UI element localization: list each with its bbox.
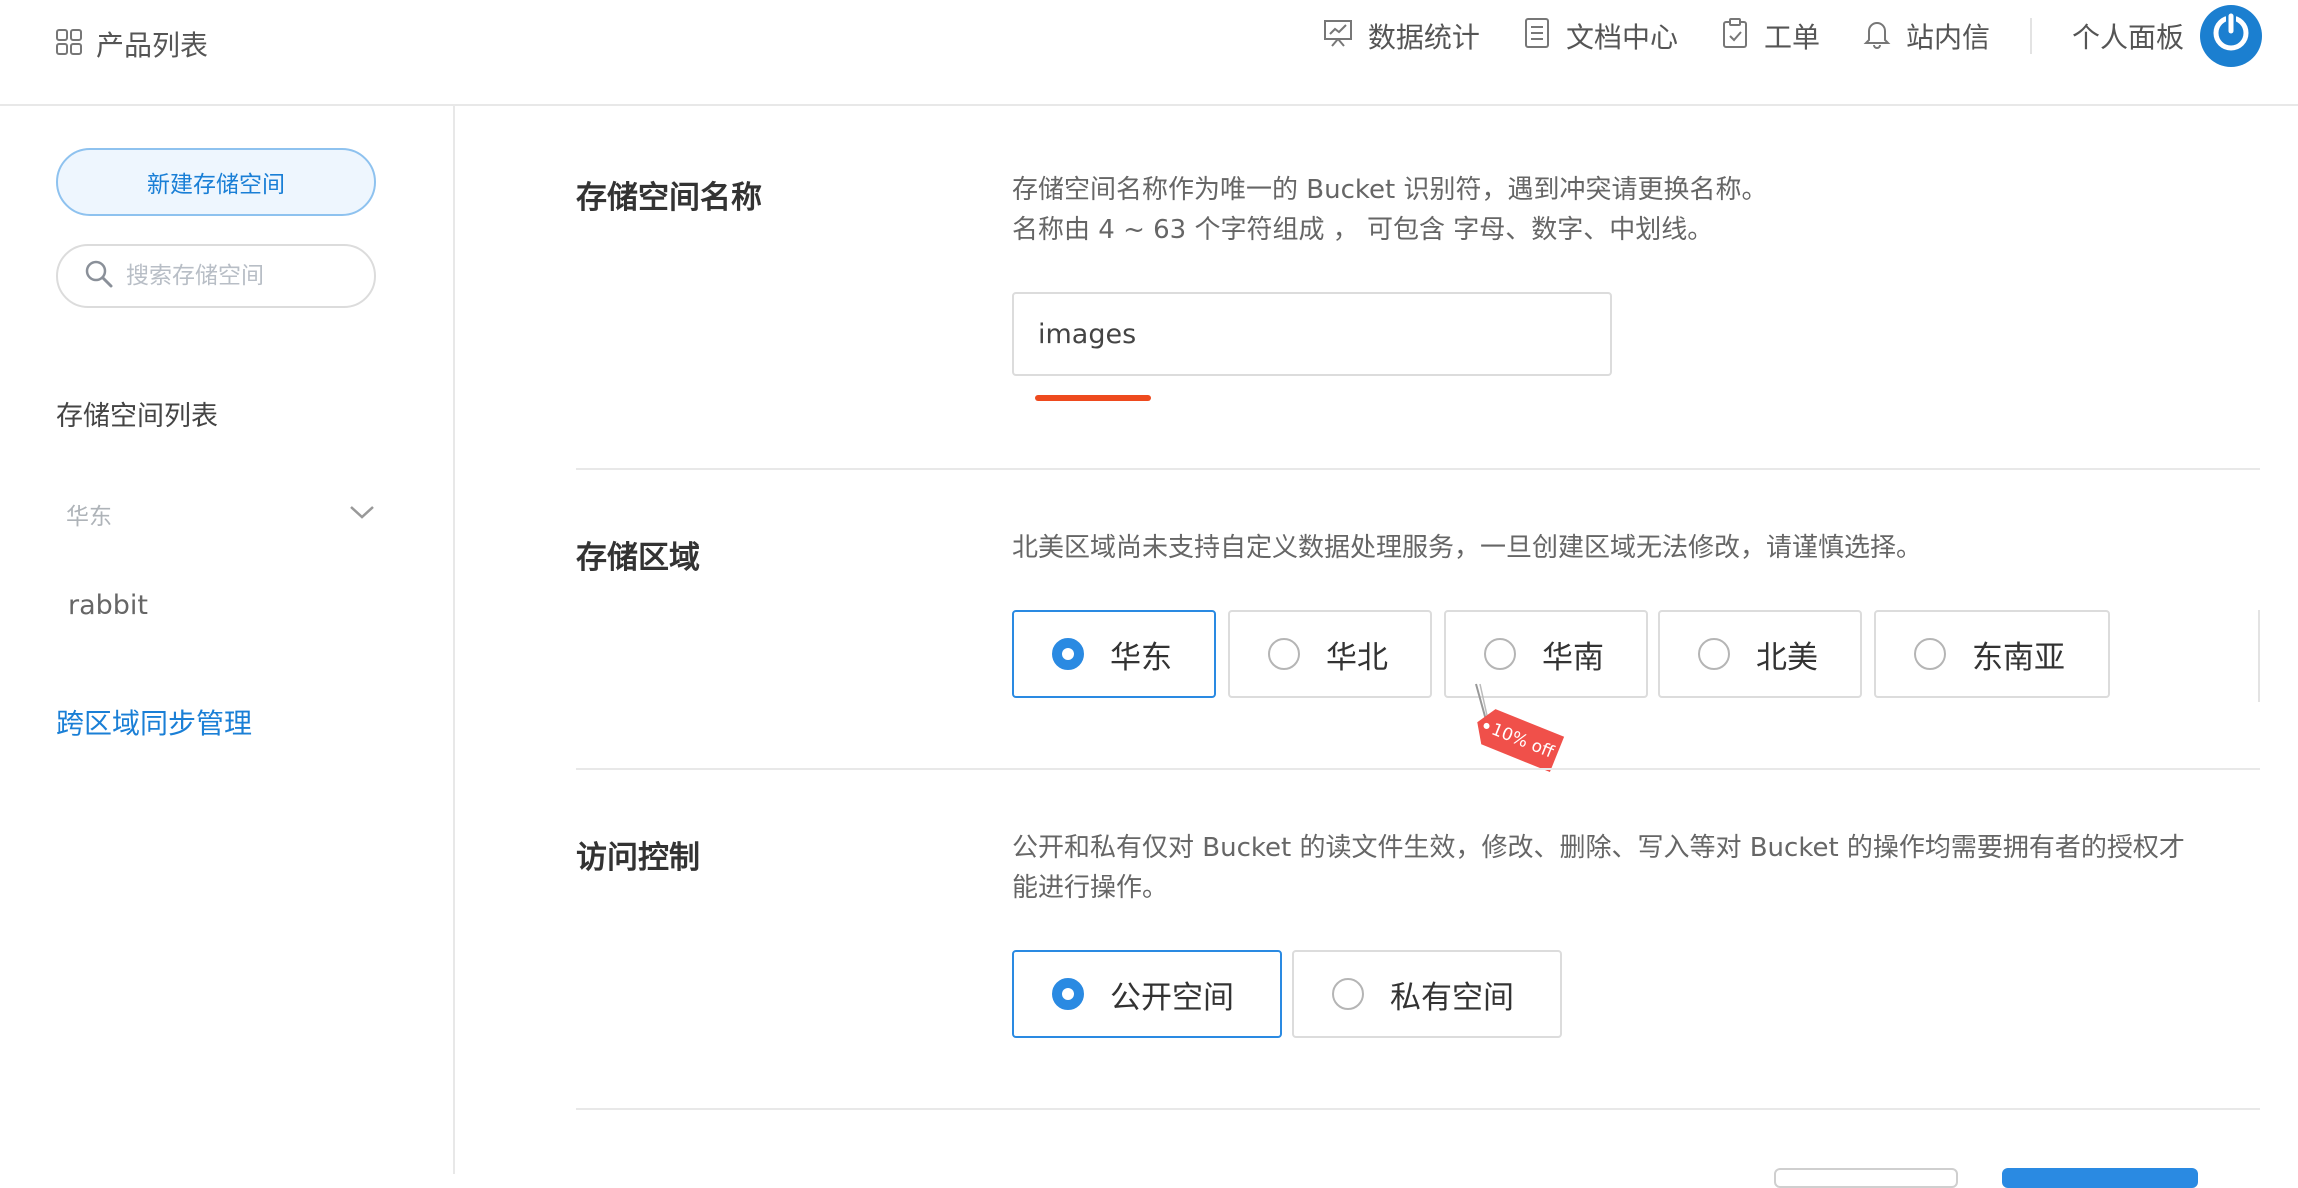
clipboard-icon	[1720, 17, 1750, 56]
region-option-east[interactable]: 华东	[1012, 610, 1216, 698]
sidebar: 新建存储空间 存储空间列表 华东 rabbit 跨区域同步管理	[0, 106, 455, 1174]
nav-label: 文档中心	[1565, 21, 1678, 54]
radio-label: 华东	[1110, 639, 1172, 676]
name-section-desc-1: 存储空间名称作为唯一的 Bucket 识别符，遇到冲突请更换名称。	[1012, 175, 1768, 205]
chevron-down-icon	[348, 503, 376, 525]
region-dropdown[interactable]: 华东	[56, 494, 376, 534]
bell-icon	[1862, 17, 1892, 56]
name-section-label: 存储空间名称	[576, 180, 762, 216]
name-section-desc-2: 名称由 4 ~ 63 个字符组成 ， 可包含 字母、数字、中划线。	[1012, 215, 1714, 245]
search-icon	[84, 259, 114, 293]
cross-region-sync-link[interactable]: 跨区域同步管理	[56, 702, 252, 742]
radio-label: 华南	[1542, 639, 1604, 676]
nav-divider	[2029, 18, 2032, 54]
nav-label: 工单	[1763, 21, 1820, 54]
radio-selected-icon	[1052, 978, 1084, 1010]
product-list-label: 产品列表	[96, 29, 209, 62]
nav-item-docs[interactable]: 文档中心	[1522, 16, 1678, 56]
access-section: 访问控制 公开和私有仅对 Bucket 的读文件生效，修改、删除、写入等对 Bu…	[576, 770, 2260, 1108]
radio-selected-icon	[1052, 638, 1084, 670]
radio-label: 私有空间	[1390, 979, 1514, 1016]
radio-label: 东南亚	[1972, 639, 2065, 676]
bucket-list-item[interactable]: rabbit	[68, 590, 148, 621]
nav-item-messages[interactable]: 站内信	[1862, 16, 1990, 56]
access-section-desc-1: 公开和私有仅对 Bucket 的读文件生效，修改、删除、写入等对 Bucket …	[1012, 833, 2185, 863]
scroll-edge	[2258, 610, 2260, 702]
radio-label: 公开空间	[1110, 979, 1234, 1016]
document-icon	[1522, 17, 1552, 56]
product-list-button[interactable]: 产品列表	[56, 24, 208, 64]
presentation-chart-icon	[1322, 17, 1354, 56]
radio-label: 北美	[1756, 639, 1818, 676]
new-bucket-button[interactable]: 新建存储空间	[56, 148, 376, 216]
radio-unselected-icon	[1914, 638, 1946, 670]
region-option-north[interactable]: 华北	[1228, 610, 1432, 698]
access-section-label: 访问控制	[576, 840, 700, 876]
radio-unselected-icon	[1268, 638, 1300, 670]
bucket-name-input[interactable]	[1012, 292, 1612, 376]
region-dropdown-value: 华东	[66, 504, 112, 530]
bucket-list-title: 存储空间列表	[56, 401, 218, 432]
access-section-desc-2: 能进行操作。	[1012, 873, 1169, 903]
nav-item-stats[interactable]: 数据统计	[1322, 16, 1480, 56]
avatar[interactable]	[2200, 5, 2262, 67]
name-section: 存储空间名称 存储空间名称作为唯一的 Bucket 识别符，遇到冲突请更换名称。…	[576, 106, 2260, 468]
radio-unselected-icon	[1332, 978, 1364, 1010]
access-option-private[interactable]: 私有空间	[1292, 950, 1562, 1038]
input-error-underline	[1035, 395, 1151, 401]
submit-button[interactable]	[2002, 1168, 2198, 1188]
section-divider	[576, 1108, 2260, 1110]
region-section-desc: 北美区域尚未支持自定义数据处理服务，一旦创建区域无法修改，请谨慎选择。	[1012, 533, 1923, 563]
power-icon	[2209, 11, 2253, 62]
bucket-search[interactable]	[56, 244, 376, 308]
cancel-button[interactable]	[1774, 1168, 1958, 1188]
top-bar: 产品列表 数据统计 文档中心 工单 站内信 个人面板	[0, 0, 2298, 106]
top-nav: 数据统计 文档中心 工单 站内信 个人面板	[1280, 4, 2262, 68]
region-option-north-america[interactable]: 北美	[1658, 610, 1862, 698]
radio-unselected-icon	[1484, 638, 1516, 670]
nav-label: 数据统计	[1367, 21, 1480, 54]
search-input[interactable]	[126, 263, 346, 289]
nav-item-tickets[interactable]: 工单	[1720, 16, 1820, 56]
region-section-label: 存储区域	[576, 540, 700, 576]
profile-label: 个人面板	[2071, 21, 2184, 54]
profile-menu[interactable]: 个人面板	[2072, 5, 2262, 67]
access-option-public[interactable]: 公开空间	[1012, 950, 1282, 1038]
grid-icon	[56, 29, 82, 59]
radio-unselected-icon	[1698, 638, 1730, 670]
region-section: 存储区域 北美区域尚未支持自定义数据处理服务，一旦创建区域无法修改，请谨慎选择。…	[576, 470, 2260, 768]
region-option-southeast-asia[interactable]: 东南亚	[1874, 610, 2110, 698]
radio-label: 华北	[1326, 639, 1388, 676]
nav-label: 站内信	[1905, 21, 1990, 54]
